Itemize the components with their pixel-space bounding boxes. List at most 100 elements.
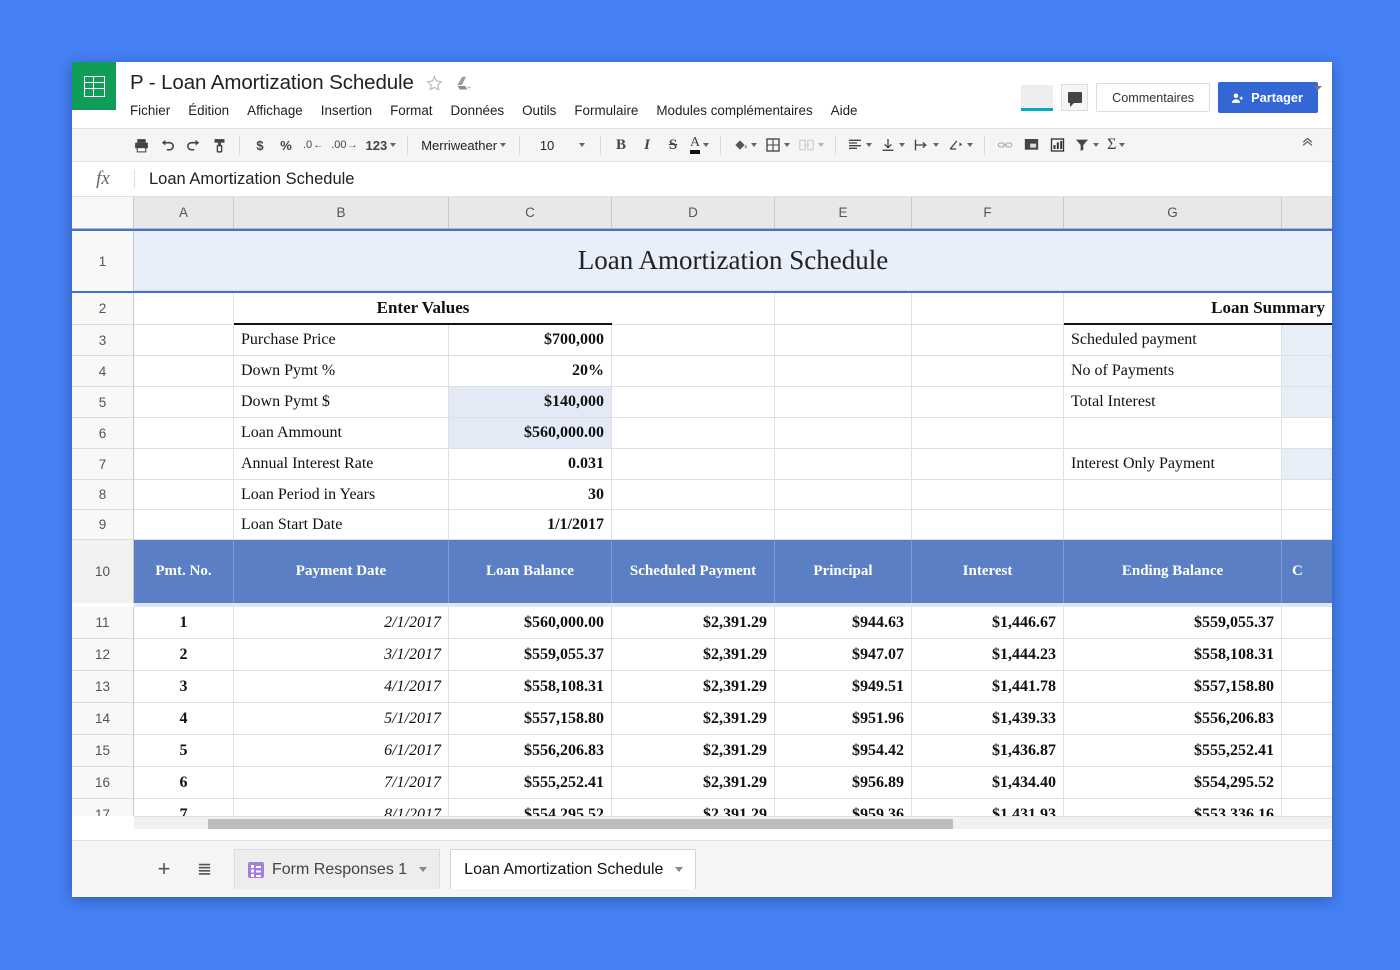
row-header-13[interactable]: 13 [72,671,134,703]
cell-f5[interactable] [912,387,1064,418]
row-header-9[interactable]: 9 [72,510,134,540]
cell-enter-values-header[interactable]: Enter Values [234,293,612,325]
cell-e2[interactable] [775,293,912,325]
row-header-6[interactable]: 6 [72,418,134,449]
cell-principal[interactable]: $949.51 [775,671,912,703]
table-header-principal[interactable]: Principal [775,540,912,603]
cell-loan-balance[interactable]: $554,295.52 [449,799,612,816]
insert-chart-icon[interactable] [1044,132,1070,158]
cell-d2[interactable] [612,293,775,325]
cell-pmt-no[interactable]: 1 [134,607,234,639]
table-header-payment-date[interactable]: Payment Date [234,540,449,603]
menu-outils[interactable]: Outils [522,101,565,120]
cell-loan-balance[interactable]: $557,158.80 [449,703,612,735]
cell-b5-label[interactable]: Down Pymt $ [234,387,449,418]
bold-button[interactable]: B [608,132,634,158]
drive-move-icon[interactable]: + [455,74,474,93]
cell-scheduled-payment[interactable]: $2,391.29 [612,607,775,639]
cell-interest[interactable]: $1,439.33 [912,703,1064,735]
cell-pmt-no[interactable]: 5 [134,735,234,767]
table-header-loan-balance[interactable]: Loan Balance [449,540,612,603]
cell-principal[interactable]: $951.96 [775,703,912,735]
cell-principal[interactable]: $956.89 [775,767,912,799]
cell-interest[interactable]: $1,436.87 [912,735,1064,767]
comments-button[interactable]: Commentaires [1096,83,1210,112]
column-header-a[interactable]: A [134,197,234,228]
cell-principal[interactable]: $947.07 [775,639,912,671]
table-header-scheduled-payment[interactable]: Scheduled Payment [612,540,775,603]
sheet-tab-form-responses[interactable]: Form Responses 1 [234,849,440,889]
row-header-10[interactable]: 10 [72,540,134,603]
merge-cells-button[interactable] [794,132,828,158]
cell-loan-balance[interactable]: $559,055.37 [449,639,612,671]
cell-interest[interactable]: $1,441.78 [912,671,1064,703]
cell-b9-label[interactable]: Loan Start Date [234,510,449,540]
cell-a6[interactable] [134,418,234,449]
cell-loan-balance[interactable]: $556,206.83 [449,735,612,767]
column-header-c[interactable]: C [449,197,612,228]
row-header-4[interactable]: 4 [72,356,134,387]
cell-scheduled-payment[interactable]: $2,391.29 [612,799,775,816]
borders-button[interactable] [761,132,794,158]
cell-payment-date[interactable]: 8/1/2017 [234,799,449,816]
text-wrap-button[interactable] [909,132,943,158]
cell-pmt-no[interactable]: 3 [134,671,234,703]
cell-d5[interactable] [612,387,775,418]
cell-e9[interactable] [775,510,912,540]
row-header-17[interactable]: 17 [72,799,134,816]
cell-b4-label[interactable]: Down Pymt % [234,356,449,387]
cell-a8[interactable] [134,480,234,510]
column-header-h[interactable] [1282,197,1332,228]
cell-pmt-no[interactable]: 6 [134,767,234,799]
row-header-11[interactable]: 11 [72,607,134,639]
cell-scheduled-payment[interactable]: $2,391.29 [612,639,775,671]
column-header-e[interactable]: E [775,197,912,228]
cell-scheduled-payment[interactable]: $2,391.29 [612,671,775,703]
cell-principal[interactable]: $954.42 [775,735,912,767]
menu-insertion[interactable]: Insertion [321,101,381,120]
row-header-15[interactable]: 15 [72,735,134,767]
currency-format-button[interactable]: $ [247,132,273,158]
table-header-ending-balance[interactable]: Ending Balance [1064,540,1282,603]
cell-extra[interactable] [1282,607,1332,639]
cell-principal[interactable]: $944.63 [775,607,912,639]
cell-ending-balance[interactable]: $554,295.52 [1064,767,1282,799]
cell-f8[interactable] [912,480,1064,510]
cell-ending-balance[interactable]: $555,252.41 [1064,735,1282,767]
cell-loan-balance[interactable]: $555,252.41 [449,767,612,799]
menu-modules-complementaires[interactable]: Modules complémentaires [656,101,821,120]
increase-decimal-button[interactable]: .00 → [327,132,361,158]
share-button[interactable]: Partager [1218,82,1318,113]
cell-h6-summary-value[interactable] [1282,418,1332,449]
menu-donnees[interactable]: Données [451,101,514,120]
all-sheets-icon[interactable] [184,849,224,889]
star-icon[interactable] [425,74,444,93]
table-header-pmt-no[interactable]: Pmt. No. [134,540,234,603]
cell-c3-value[interactable]: $700,000 [449,325,612,356]
cell-loan-summary-header[interactable]: Loan Summary [1064,293,1332,325]
italic-button[interactable]: I [634,132,660,158]
cell-extra[interactable] [1282,639,1332,671]
cell-b3-label[interactable]: Purchase Price [234,325,449,356]
cell-principal[interactable]: $959.36 [775,799,912,816]
cell-h4-summary-value[interactable] [1282,356,1332,387]
cell-b7-label[interactable]: Annual Interest Rate [234,449,449,480]
cell-ending-balance[interactable]: $557,158.80 [1064,671,1282,703]
cell-e8[interactable] [775,480,912,510]
cell-a1-title[interactable]: Loan Amortization Schedule [134,231,1332,291]
column-header-f[interactable]: F [912,197,1064,228]
cell-interest[interactable]: $1,434.40 [912,767,1064,799]
row-header-2[interactable]: 2 [72,293,134,325]
cell-extra[interactable] [1282,799,1332,816]
cell-c7-value[interactable]: 0.031 [449,449,612,480]
cell-e4[interactable] [775,356,912,387]
column-header-d[interactable]: D [612,197,775,228]
cell-c8-value[interactable]: 30 [449,480,612,510]
row-header-14[interactable]: 14 [72,703,134,735]
cell-f7[interactable] [912,449,1064,480]
chevron-down-icon[interactable] [675,867,683,872]
cell-h7-summary-value[interactable] [1282,449,1332,480]
font-size-chevron[interactable] [567,132,593,158]
cell-d9[interactable] [612,510,775,540]
cell-a5[interactable] [134,387,234,418]
